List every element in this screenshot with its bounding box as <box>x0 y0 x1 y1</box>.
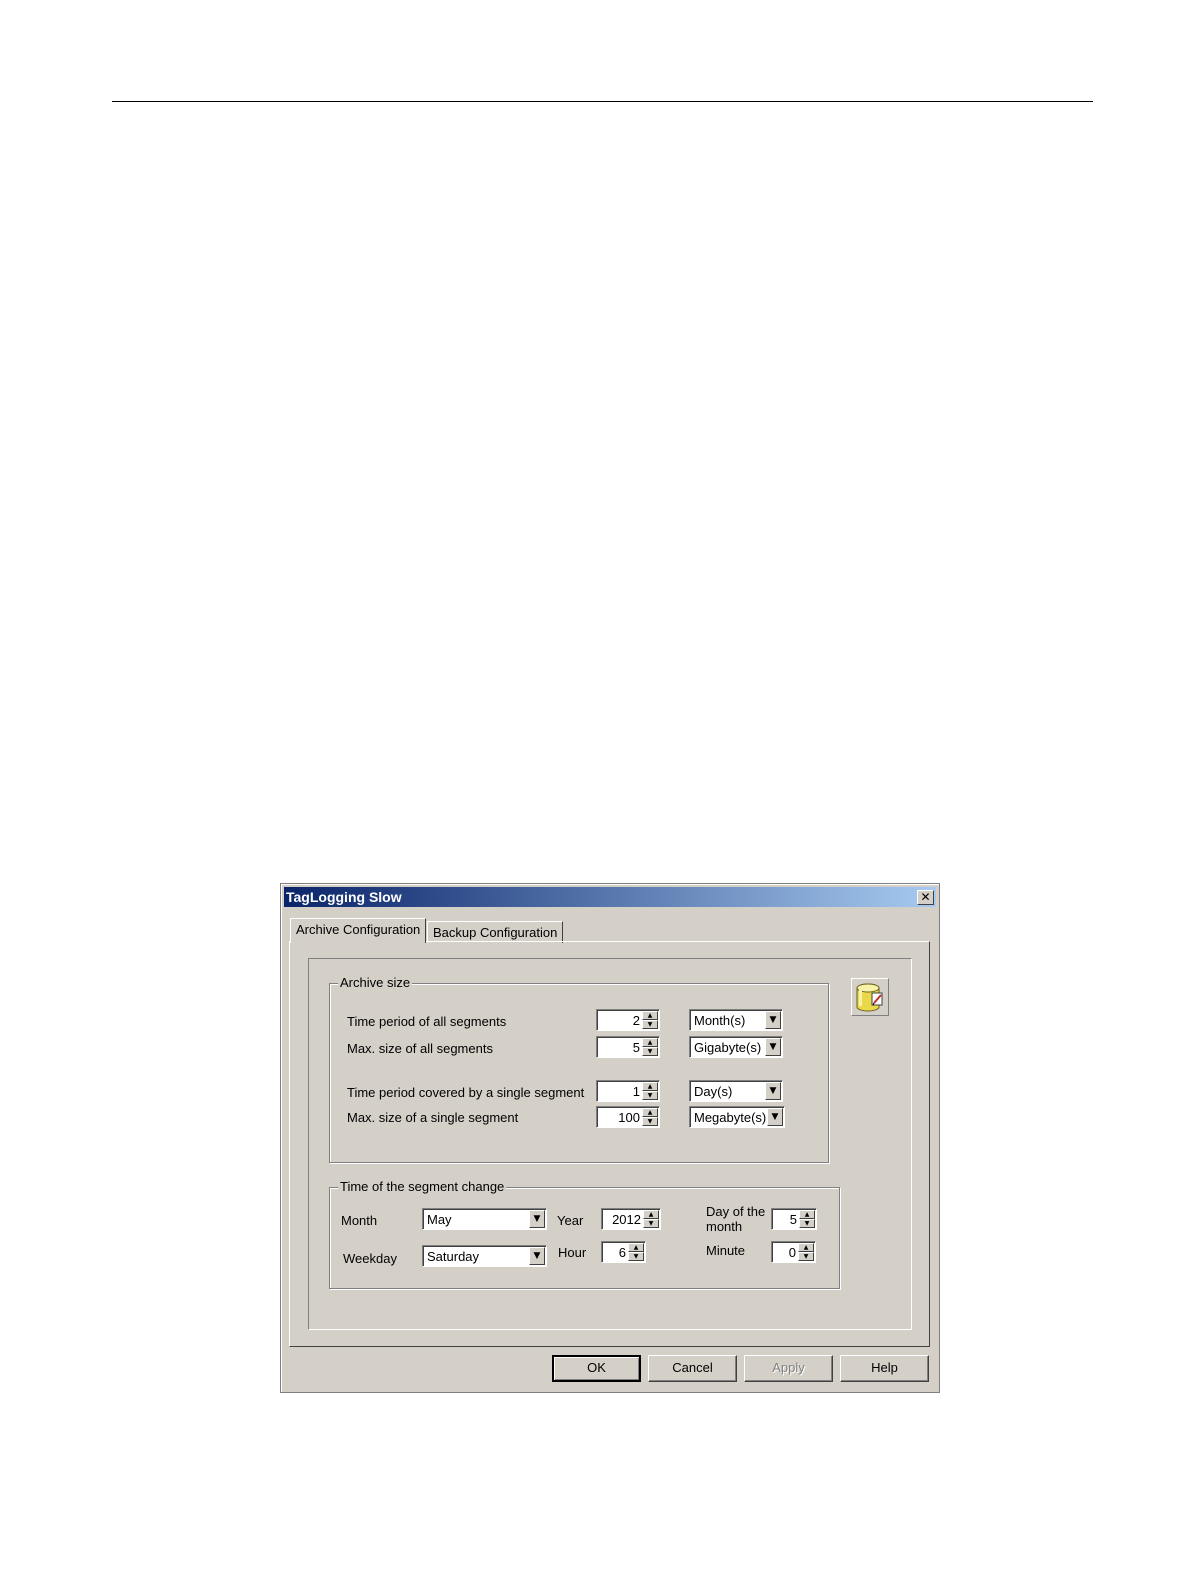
taglogging-dialog: TagLogging Slow ✕ Archive Configuration … <box>280 883 940 1393</box>
minute-label: Minute <box>706 1243 746 1258</box>
spinner-value: 2 <box>632 1013 640 1028</box>
spin-up-icon[interactable]: ▲ <box>643 1210 659 1219</box>
spin-up-icon[interactable]: ▲ <box>798 1243 814 1252</box>
spin-down-icon[interactable]: ▼ <box>799 1219 815 1228</box>
time-period-all-unit-select[interactable]: Month(s) ▼ <box>689 1009 783 1031</box>
archive-size-label: Archive size <box>338 975 413 990</box>
spin-down-icon[interactable]: ▼ <box>628 1252 644 1261</box>
spin-down-icon[interactable]: ▼ <box>642 1020 658 1029</box>
spin-down-icon[interactable]: ▼ <box>642 1047 658 1056</box>
page-header-rule <box>112 101 1093 102</box>
hour-spinner[interactable]: 6 ▲ ▼ <box>601 1241 646 1263</box>
time-period-single-label: Time period covered by a single segment <box>347 1085 585 1100</box>
spin-up-icon[interactable]: ▲ <box>642 1038 658 1047</box>
spin-up-icon[interactable]: ▲ <box>642 1108 658 1117</box>
select-value: Day(s) <box>694 1084 733 1099</box>
dialog-title: TagLogging Slow <box>286 889 402 905</box>
year-spinner[interactable]: 2012 ▲ ▼ <box>601 1208 661 1230</box>
spinner-arrows[interactable]: ▲ ▼ <box>642 1011 658 1029</box>
max-size-single-spinner[interactable]: 100 ▲ ▼ <box>596 1106 660 1128</box>
archive-size-group: Archive size Time period of all segments… <box>329 975 829 1163</box>
select-value: Saturday <box>427 1249 480 1264</box>
cancel-button[interactable]: Cancel <box>648 1355 737 1382</box>
spinner-value: 100 <box>618 1110 640 1125</box>
spinner-arrows[interactable]: ▲ ▼ <box>642 1108 658 1126</box>
ok-button[interactable]: OK <box>552 1355 641 1382</box>
chevron-down-icon[interactable]: ▼ <box>767 1108 783 1126</box>
weekday-select[interactable]: Saturday ▼ <box>422 1245 547 1267</box>
button-label: OK <box>587 1360 606 1375</box>
spin-up-icon[interactable]: ▲ <box>628 1243 644 1252</box>
max-size-single-unit-select[interactable]: Megabyte(s) ▼ <box>689 1106 785 1128</box>
tab-panel-archive: Archive size Time period of all segments… <box>289 941 930 1347</box>
help-button[interactable]: Help <box>840 1355 929 1382</box>
tab-label: Archive Configuration <box>296 922 421 937</box>
day-of-month-spinner[interactable]: 5 ▲ ▼ <box>771 1208 817 1230</box>
spin-down-icon[interactable]: ▼ <box>798 1252 814 1261</box>
max-size-single-label: Max. size of a single segment <box>347 1110 519 1125</box>
spinner-arrows[interactable]: ▲ ▼ <box>643 1210 659 1228</box>
tab-archive-configuration[interactable]: Archive Configuration <box>290 918 427 943</box>
button-label: Help <box>871 1360 898 1375</box>
button-label: Apply <box>772 1360 805 1375</box>
spinner-arrows[interactable]: ▲ ▼ <box>798 1243 814 1261</box>
month-select[interactable]: May ▼ <box>422 1208 547 1230</box>
hour-label: Hour <box>558 1245 587 1260</box>
database-edit-icon[interactable] <box>851 978 889 1016</box>
segment-change-label: Time of the segment change <box>338 1179 507 1194</box>
time-period-single-spinner[interactable]: 1 ▲ ▼ <box>596 1080 660 1102</box>
spin-up-icon[interactable]: ▲ <box>642 1011 658 1020</box>
tab-label: Backup Configuration <box>433 925 558 940</box>
select-value: Megabyte(s) <box>694 1110 767 1125</box>
minute-spinner[interactable]: 0 ▲ ▼ <box>771 1241 816 1263</box>
select-value: Month(s) <box>694 1013 746 1028</box>
spinner-arrows[interactable]: ▲ ▼ <box>628 1243 644 1261</box>
tab-backup-configuration[interactable]: Backup Configuration <box>427 921 564 943</box>
weekday-label: Weekday <box>343 1251 397 1266</box>
time-period-all-spinner[interactable]: 2 ▲ ▼ <box>596 1009 660 1031</box>
day-of-month-label-line2: month <box>706 1219 743 1234</box>
spin-up-icon[interactable]: ▲ <box>642 1082 658 1091</box>
spinner-value: 1 <box>632 1084 640 1099</box>
time-period-all-label: Time period of all segments <box>347 1014 507 1029</box>
button-label: Cancel <box>672 1360 713 1375</box>
chevron-down-icon[interactable]: ▼ <box>765 1011 781 1029</box>
title-bar[interactable]: TagLogging Slow ✕ <box>284 887 936 907</box>
spinner-arrows[interactable]: ▲ ▼ <box>799 1210 815 1228</box>
year-label: Year <box>557 1213 584 1228</box>
spinner-arrows[interactable]: ▲ ▼ <box>642 1038 658 1056</box>
select-value: May <box>427 1212 452 1227</box>
chevron-down-icon[interactable]: ▼ <box>765 1082 781 1100</box>
select-value: Gigabyte(s) <box>694 1040 762 1055</box>
chevron-down-icon[interactable]: ▼ <box>529 1210 545 1228</box>
month-label: Month <box>341 1213 378 1228</box>
max-size-all-spinner[interactable]: 5 ▲ ▼ <box>596 1036 660 1058</box>
spinner-arrows[interactable]: ▲ ▼ <box>642 1082 658 1100</box>
time-period-single-unit-select[interactable]: Day(s) ▼ <box>689 1080 783 1102</box>
day-of-month-label-line1: Day of the <box>706 1204 766 1219</box>
archive-config-panel: Archive size Time period of all segments… <box>308 958 912 1330</box>
spinner-value: 6 <box>618 1245 626 1260</box>
spinner-value: 5 <box>789 1212 797 1227</box>
spin-down-icon[interactable]: ▼ <box>642 1117 658 1126</box>
chevron-down-icon[interactable]: ▼ <box>529 1247 545 1265</box>
spinner-value: 0 <box>788 1245 796 1260</box>
close-button[interactable]: ✕ <box>917 890 934 905</box>
spinner-value: 5 <box>632 1040 640 1055</box>
segment-change-group: Time of the segment change Month May ▼ W… <box>329 1179 840 1289</box>
spinner-value: 2012 <box>612 1212 641 1227</box>
close-icon: ✕ <box>920 890 931 904</box>
spin-down-icon[interactable]: ▼ <box>643 1219 659 1228</box>
apply-button[interactable]: Apply <box>744 1355 833 1382</box>
max-size-all-label: Max. size of all segments <box>347 1041 493 1056</box>
spin-up-icon[interactable]: ▲ <box>799 1210 815 1219</box>
chevron-down-icon[interactable]: ▼ <box>765 1038 781 1056</box>
spin-down-icon[interactable]: ▼ <box>642 1091 658 1100</box>
max-size-all-unit-select[interactable]: Gigabyte(s) ▼ <box>689 1036 783 1058</box>
